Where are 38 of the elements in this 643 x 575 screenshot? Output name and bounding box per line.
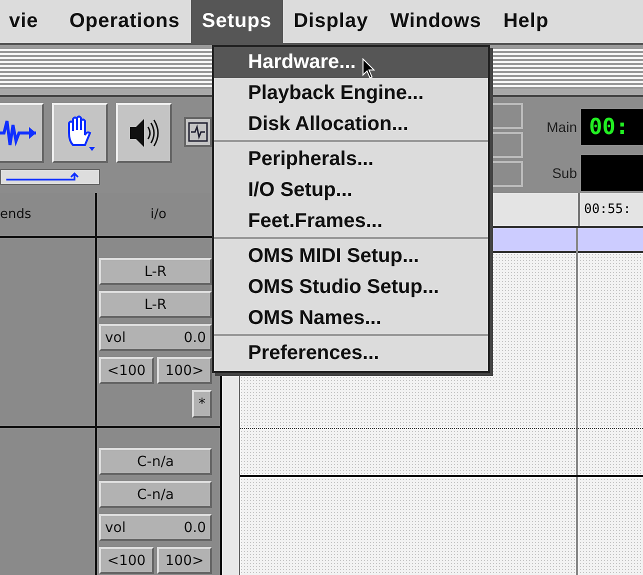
menu-bar-item[interactable]: Display bbox=[282, 0, 380, 43]
menu-bar-item[interactable]: Help bbox=[492, 0, 560, 43]
pan-button[interactable]: <100 bbox=[99, 547, 154, 574]
pan-button[interactable]: 100> bbox=[157, 357, 212, 384]
menu-item[interactable]: OMS Studio Setup... bbox=[214, 272, 488, 303]
pan-button[interactable]: <100 bbox=[99, 357, 154, 384]
output-button[interactable]: L-R bbox=[99, 258, 212, 285]
cursor-icon bbox=[362, 58, 376, 80]
menu-item[interactable]: Disk Allocation... bbox=[214, 109, 488, 140]
menu-bar-item[interactable]: vie bbox=[0, 0, 58, 43]
waveform-icon bbox=[188, 122, 208, 142]
pan-button[interactable]: 100> bbox=[157, 547, 212, 574]
menu-item[interactable]: Peripherals... bbox=[214, 144, 488, 175]
output-button[interactable]: C-n/a bbox=[99, 448, 212, 475]
volume-field[interactable]: vol 0.0 bbox=[99, 514, 212, 541]
waveform-view-button[interactable] bbox=[184, 117, 212, 147]
menu-item[interactable]: Preferences... bbox=[214, 338, 488, 369]
menu-bar-item[interactable]: Windows bbox=[379, 0, 492, 43]
menu-bar-item[interactable]: Setups bbox=[190, 0, 283, 43]
hand-tool-button[interactable] bbox=[52, 103, 108, 163]
output-button[interactable]: C-n/a bbox=[99, 481, 212, 508]
counter-display: 00: bbox=[581, 109, 643, 145]
counter-display bbox=[581, 155, 643, 191]
menu-item[interactable]: OMS Names... bbox=[214, 303, 488, 334]
waveform-tool-button[interactable] bbox=[0, 103, 44, 163]
ruler-time: 00:55: bbox=[578, 193, 631, 226]
counter-label: Main bbox=[546, 119, 577, 135]
scroll-arrow-bar[interactable] bbox=[0, 169, 100, 185]
menu-item[interactable]: OMS MIDI Setup... bbox=[214, 241, 488, 272]
menu-bar-item[interactable]: Operations bbox=[58, 0, 191, 43]
column-header: ends bbox=[0, 193, 95, 238]
counter-label: Sub bbox=[551, 165, 577, 181]
speaker-button[interactable] bbox=[116, 103, 172, 163]
menu-item[interactable]: Playback Engine... bbox=[214, 78, 488, 109]
output-button[interactable]: L-R bbox=[99, 291, 212, 318]
small-button[interactable]: * bbox=[192, 390, 212, 418]
menu-item[interactable]: Hardware... bbox=[214, 47, 488, 78]
volume-field[interactable]: vol 0.0 bbox=[99, 324, 212, 351]
